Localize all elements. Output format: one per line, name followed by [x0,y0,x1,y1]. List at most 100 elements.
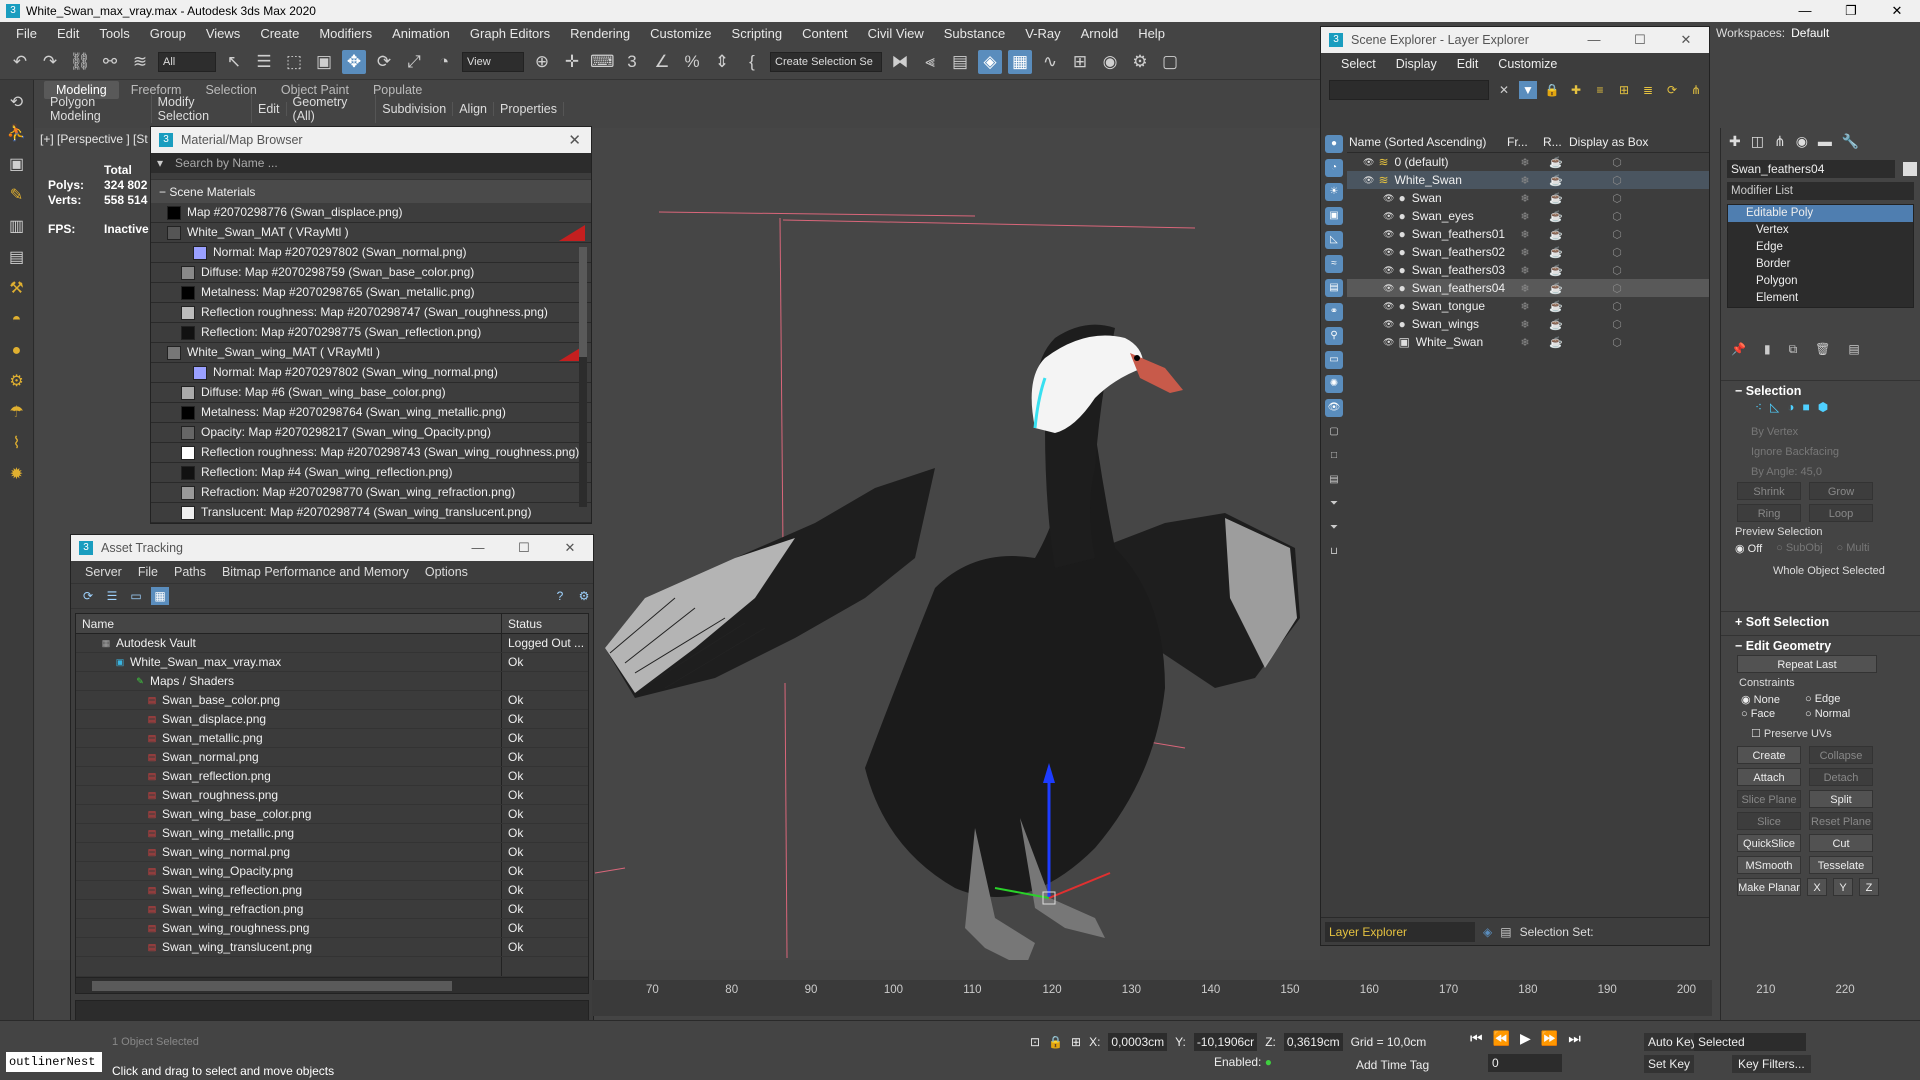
material-row[interactable]: Reflection roughness: Map #2070298743 (S… [151,443,591,463]
visibility-eye-icon[interactable]: 👁 [1383,283,1394,294]
asset-menu-file[interactable]: File [130,565,166,579]
table-row[interactable]: ▤ Swan_wing_translucent.png Ok [76,938,588,957]
display-bones-icon[interactable]: ⚲ [1325,327,1343,345]
select-none-icon[interactable]: □ [1325,447,1343,465]
constraint-normal-radio[interactable]: ○ Normal [1805,708,1869,720]
set-key-button[interactable]: Set Key [1644,1055,1695,1073]
display-xrefs-icon[interactable]: ⚭ [1325,303,1343,321]
display-as-box-icon[interactable]: ⬡ [1569,336,1665,349]
material-row[interactable]: White_Swan_wing_MAT ( VRayMtl ) [151,343,591,363]
material-row[interactable]: Metalness: Map #2070298765 (Swan_metalli… [151,283,591,303]
modify-tab-icon[interactable]: ◫ [1751,133,1764,150]
menu-customize[interactable]: Customize [640,26,721,41]
preserve-uvs-checkbox[interactable]: ☐ Preserve UVs [1721,724,1920,744]
menu-tools[interactable]: Tools [89,26,139,41]
play-icon[interactable]: ▶ [1520,1030,1531,1047]
freeze-icon[interactable]: ❄ [1507,156,1543,169]
select-by-name-icon[interactable]: ☰ [252,50,276,74]
snap-toggle-icon[interactable]: 3 [620,50,644,74]
material-row[interactable]: Opacity: Map #2070298217 (Swan_wing_Opac… [151,423,591,443]
gear-icon[interactable]: ⚙ [6,371,28,393]
select-object-icon[interactable]: ↖ [222,50,246,74]
table-row[interactable]: ▤ Swan_wing_Opacity.png Ok [76,862,588,881]
menu-substance[interactable]: Substance [934,26,1015,41]
table-row[interactable]: ▤ Swan_wing_roughness.png Ok [76,919,588,938]
absolute-mode-icon[interactable]: ⊞ [1071,1035,1081,1049]
filter-funnel-icon[interactable]: ⏷ [1325,495,1343,513]
object-name-field[interactable]: Swan_feathers04 [1727,160,1895,178]
by-angle-checkbox[interactable]: By Angle: 45,0 [1721,462,1920,482]
render-setup-icon[interactable]: ⚙ [1128,50,1152,74]
renderable-teapot-icon[interactable]: ☕ [1543,210,1569,223]
visibility-eye-icon[interactable]: 👁 [1383,265,1394,276]
workspace-selector[interactable]: Workspaces: Default [1710,22,1920,44]
go-to-end-icon[interactable]: ⏭ [1568,1030,1581,1047]
mirror-icon[interactable]: ⧓ [888,50,912,74]
freeze-icon[interactable]: ❄ [1507,336,1543,349]
by-angle-value[interactable]: 45,0 [1801,466,1822,478]
refresh-icon[interactable]: ⟳ [79,587,97,605]
isolate-icon[interactable]: ⊡ [1030,1035,1040,1049]
table-row[interactable]: ✎ Maps / Shaders [76,672,588,691]
msmooth-button[interactable]: MSmooth [1737,856,1801,874]
modifier-list-dropdown[interactable]: Modifier List [1727,182,1914,200]
viewport-label[interactable]: [+] [Perspective ] [St [40,132,148,146]
stack-polygon[interactable]: Polygon [1728,273,1913,290]
asset-tracking-titlebar[interactable]: 3 Asset Tracking — ☐ ✕ [71,535,593,561]
preview-multi-radio[interactable]: ○ Multi [1837,542,1870,555]
table-row[interactable]: ▤ Swan_metallic.png Ok [76,729,588,748]
visibility-eye-icon[interactable]: 👁 [1383,247,1394,258]
renderable-teapot-icon[interactable]: ☕ [1543,156,1569,169]
motion-tab-icon[interactable]: ◉ [1796,133,1808,150]
tesselate-button[interactable]: Tesselate [1809,856,1873,874]
constraint-edge-radio[interactable]: ○ Edge [1805,693,1869,706]
minimize-button[interactable]: — [1782,0,1828,22]
z-coordinate-field[interactable]: 0,3619cm [1283,1033,1343,1051]
freeze-icon[interactable]: ❄ [1507,246,1543,259]
panel-edit[interactable]: Edit [252,102,287,116]
timeline-ruler[interactable]: 70 80 90 100 110 120 130 140 150 160 170 180 190 200 2… [592,980,1855,1016]
add-to-layer-icon[interactable]: ⊞ [1615,81,1633,99]
display-containers-icon[interactable]: ▭ [1325,351,1343,369]
previous-frame-icon[interactable]: ⏪ [1493,1030,1510,1047]
renderable-teapot-icon[interactable]: ☕ [1543,228,1569,241]
menu-graph-editors[interactable]: Graph Editors [460,26,560,41]
by-vertex-checkbox[interactable]: By Vertex [1721,422,1920,442]
table-row[interactable]: ▤ Swan_roughness.png Ok [76,786,588,805]
create-tab-icon[interactable]: ✚ [1729,133,1741,150]
sun-icon[interactable]: ✹ [6,464,28,486]
material-row[interactable]: Refraction: Map #2070298770 (Swan_wing_r… [151,483,591,503]
select-move-icon[interactable]: ✥ [342,49,366,74]
select-all-icon[interactable]: ▢ [1325,423,1343,441]
asset-menu-paths[interactable]: Paths [166,565,214,579]
scrollbar-thumb[interactable] [579,247,587,357]
visibility-eye-icon[interactable]: 👁 [1363,175,1374,186]
close-button[interactable]: ✕ [1663,27,1709,53]
viewport-layout-icon[interactable]: ▥ [6,216,28,238]
angle-snap-icon[interactable]: ∠ [650,50,674,74]
spinner-snap-icon[interactable]: ⇕ [710,50,734,74]
detach-button[interactable]: Detach [1809,768,1873,786]
menu-group[interactable]: Group [140,26,196,41]
panel-subdivision[interactable]: Subdivision [376,102,454,116]
minimize-button[interactable]: — [1571,27,1617,53]
display-as-box-icon[interactable]: ⬡ [1569,246,1665,259]
scene-row[interactable]: 👁 ● Swan_feathers01 ❄ ☕ ⬡ [1347,225,1709,243]
list-view-icon[interactable]: ☰ [103,587,121,605]
material-editor-icon[interactable]: ◉ [1098,50,1122,74]
sync-icon[interactable]: ⟳ [1663,81,1681,99]
freeze-icon[interactable]: ❄ [1507,174,1543,187]
utilities-tab-icon[interactable]: 🔧 [1842,133,1859,150]
invert-selection-icon[interactable]: ▤ [1325,471,1343,489]
display-groups-icon[interactable]: ▤ [1325,279,1343,297]
shrink-button[interactable]: Shrink [1737,482,1801,500]
table-row[interactable]: ▤ Swan_wing_normal.png Ok [76,843,588,862]
slice-button[interactable]: Slice [1737,812,1801,830]
menu-create[interactable]: Create [250,26,309,41]
table-row[interactable]: ▤ Swan_wing_metallic.png Ok [76,824,588,843]
se-menu-display[interactable]: Display [1386,57,1447,71]
material-row[interactable]: Normal: Map #2070297802 (Swan_normal.png… [151,243,591,263]
scene-row[interactable]: 👁 ▣ White_Swan ❄ ☕ ⬡ [1347,333,1709,351]
container-icon[interactable]: ⊔ [1325,543,1343,561]
selection-filter-dropdown[interactable]: All [158,51,216,72]
